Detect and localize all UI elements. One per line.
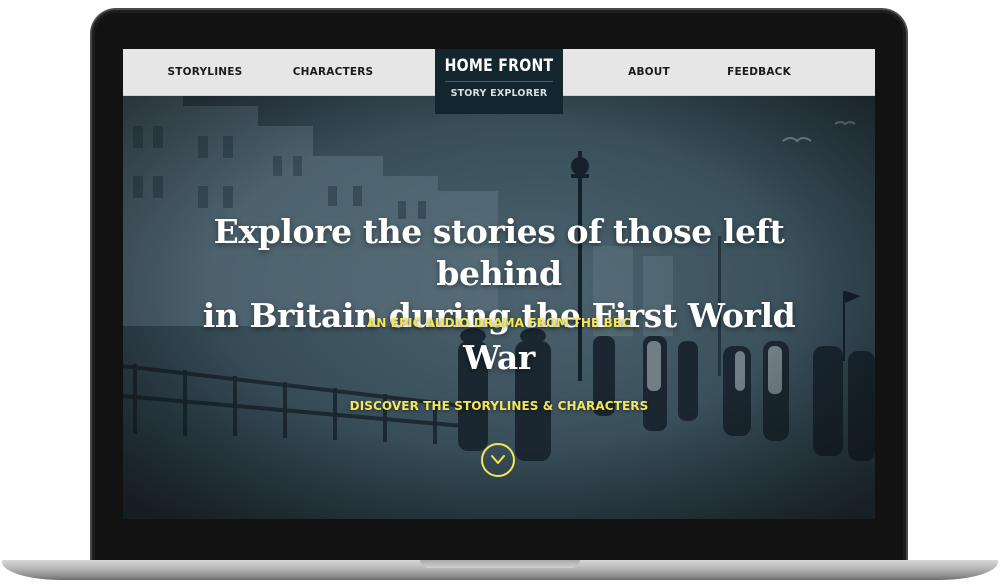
logo-divider — [445, 81, 553, 82]
laptop-base-notch — [420, 560, 580, 568]
hero-heading-line-2: in Britain during the First World War — [202, 296, 796, 377]
home-front-logo[interactable]: HOME FRONT STORY EXPLORER — [435, 49, 563, 114]
hero-heading: Explore the stories of those left behind… — [163, 211, 835, 379]
logo-subtitle: STORY EXPLORER — [450, 88, 548, 99]
nav-about-link[interactable]: ABOUT — [611, 49, 687, 96]
hero-heading-line-1: Explore the stories of those left behind — [213, 212, 785, 293]
discover-storylines-link[interactable]: DISCOVER THE STORYLINES & CHARACTERS — [123, 399, 875, 413]
hero-tagline: AN EPIC AUDIO DRAMA FROM THE BBC — [367, 316, 631, 330]
scroll-down-button[interactable] — [481, 443, 515, 477]
nav-characters-link[interactable]: CHARACTERS — [287, 49, 379, 96]
nav-storylines-link[interactable]: STORYLINES — [159, 49, 251, 96]
chevron-down-icon — [491, 455, 505, 464]
laptop-screen: STORYLINES CHARACTERS ABOUT FEEDBACK HOM… — [123, 49, 875, 519]
nav-feedback-link[interactable]: FEEDBACK — [719, 49, 799, 96]
logo-title: HOME FRONT — [444, 56, 554, 76]
